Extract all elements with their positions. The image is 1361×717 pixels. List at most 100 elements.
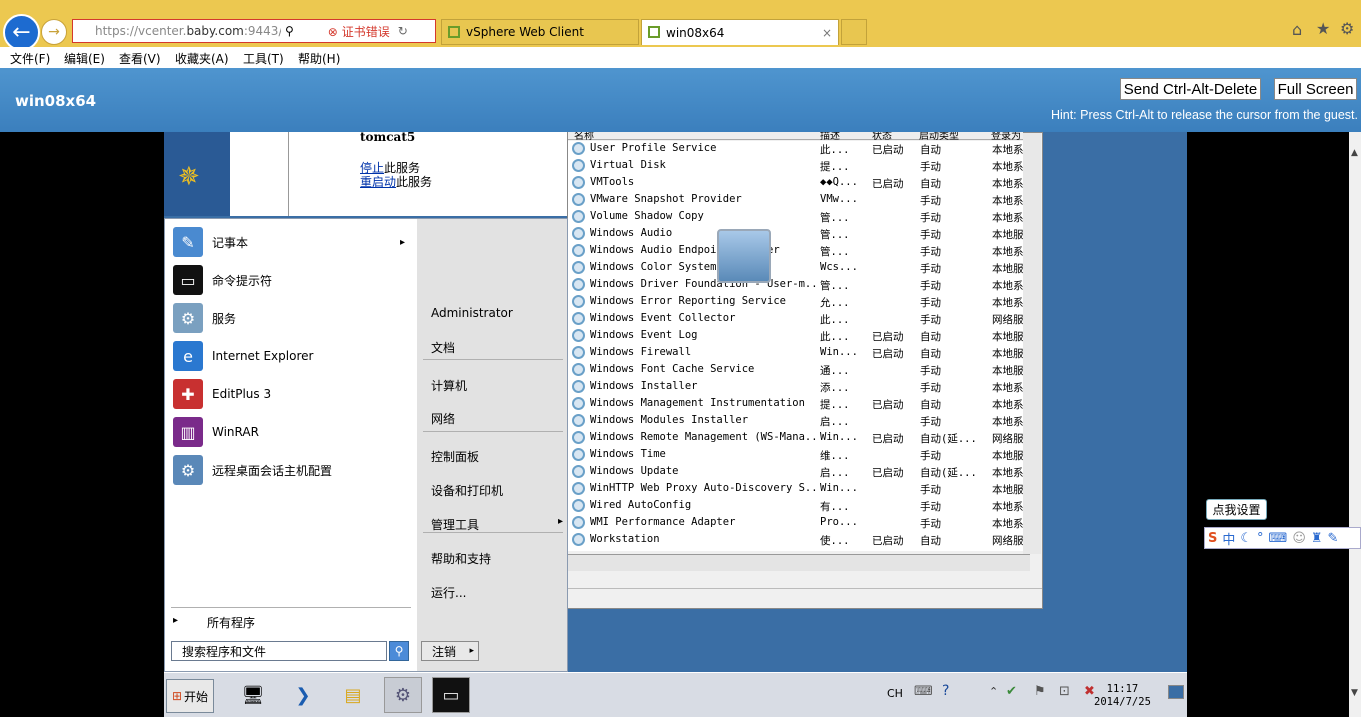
action-center-flag-icon[interactable]: ⚑ [1034, 684, 1046, 699]
start-menu-program[interactable]: ▭ 命令提示符 [173, 263, 413, 297]
help-icon[interactable]: ? [942, 683, 949, 699]
service-row[interactable]: Windows Management Instrumentation 提... 已启… [572, 396, 1023, 413]
taskbar-clock[interactable]: 11:17 2014/7/25 [1094, 683, 1151, 709]
ime-settings-tip[interactable]: 点我设置 [1206, 499, 1267, 520]
back-button[interactable]: ← [3, 14, 40, 51]
start-menu-link[interactable]: 运行... [431, 584, 563, 601]
start-search-input[interactable]: 搜索程序和文件 [171, 641, 387, 661]
restart-service-link[interactable]: 重启动 [360, 175, 396, 189]
user-icon[interactable]: ☺ [1292, 531, 1306, 546]
start-menu-program[interactable]: ⚙ 远程桌面会话主机配置 [173, 453, 413, 487]
full-screen-button[interactable]: Full Screen [1274, 78, 1357, 100]
service-row[interactable]: Windows Color System Wcs... 手动 本地服 [572, 260, 1023, 277]
service-row[interactable]: Windows Update 启... 已启动 自动(延... 本地系 [572, 464, 1023, 481]
start-menu-program[interactable]: ⚙ 服务 [173, 301, 413, 335]
service-row[interactable]: Workstation 使... 已启动 自动 网络服 [572, 532, 1023, 549]
soft-keyboard-icon[interactable]: ⌨ [1269, 531, 1288, 546]
service-row[interactable]: Windows Driver Foundation - User-m... 管..… [572, 277, 1023, 294]
service-row[interactable]: Virtual Disk 提... 手动 本地系 [572, 158, 1023, 175]
address-url[interactable]: https://vcenter.baby.com:9443/vsphe [95, 24, 281, 38]
start-menu-link[interactable]: 文档 [431, 339, 563, 356]
show-hidden-icons-icon[interactable]: ⌃ [989, 685, 998, 698]
menu-view[interactable]: 查看(V) [119, 50, 161, 67]
service-row[interactable]: Wired AutoConfig 有... 手动 本地系 [572, 498, 1023, 515]
services-list-window[interactable]: 名称 描述 状态 启动类型 登录为 User Profile Service 此.… [567, 132, 1043, 609]
search-icon[interactable]: ⚲ [285, 24, 294, 38]
start-menu-link[interactable]: 控制面板 [431, 448, 563, 465]
services-taskbar-icon[interactable]: ⚙ [384, 677, 422, 713]
service-row[interactable]: User Profile Service 此... 已启动 自动 本地系 [572, 141, 1023, 158]
sogou-logo-icon[interactable]: S [1208, 531, 1217, 546]
service-row[interactable]: Windows Modules Installer 启... 手动 本地系 [572, 413, 1023, 430]
tools-gear-icon[interactable]: ⚙ [1340, 19, 1354, 38]
explorer-folder-icon[interactable]: ▤ [334, 677, 372, 713]
tools-wrench-icon[interactable]: ✎ [1328, 531, 1339, 546]
punctuation-icon[interactable]: ° [1257, 531, 1264, 546]
tab-vsphere-web-client[interactable]: vSphere Web Client [441, 19, 639, 45]
powershell-icon[interactable]: ❯ [284, 677, 322, 713]
start-button[interactable]: ⊞ 开始 [166, 679, 214, 713]
skin-shirt-icon[interactable]: ♜ [1311, 531, 1323, 546]
scroll-down-icon[interactable]: ▼ [1351, 688, 1358, 698]
service-row[interactable]: VMTools ◆◆Q... 已启动 自动 本地系 [572, 175, 1023, 192]
close-tab-icon[interactable]: × [822, 26, 832, 40]
service-row[interactable]: Windows Event Log 此... 已启动 自动 本地服 [572, 328, 1023, 345]
refresh-icon[interactable]: ↻ [398, 24, 408, 38]
start-menu-link[interactable]: 计算机 [431, 377, 563, 394]
service-row[interactable]: Windows Error Reporting Service 允... 手动 本地系 [572, 294, 1023, 311]
logout-arrow-icon[interactable]: ▸ [469, 646, 474, 656]
service-row[interactable]: VMware Snapshot Provider VMw... 手动 本地系 [572, 192, 1023, 209]
guest-screen[interactable]: ✵ tomcat5 停止此服务 重启动此服务 名称 描述 状态 启动类型 登录为… [164, 132, 1187, 717]
start-menu-link[interactable]: 帮助和支持 [431, 550, 563, 567]
home-icon[interactable]: ⌂ [1292, 20, 1302, 39]
start-menu-program[interactable]: ▥ WinRAR [173, 415, 413, 449]
service-row[interactable]: WinHTTP Web Proxy Auto-Discovery S... Win… [572, 481, 1023, 498]
menu-file[interactable]: 文件(F) [10, 50, 50, 67]
moon-icon[interactable]: ☾ [1240, 531, 1252, 546]
start-menu-program[interactable]: ✎ 记事本 ▸ [173, 225, 413, 259]
cert-error-badge[interactable]: ⊗ 证书错误 [328, 23, 390, 40]
all-programs-link[interactable]: 所有程序 [207, 614, 255, 631]
service-row[interactable]: Windows Audio 管... 手动 本地服 [572, 226, 1023, 243]
menu-edit[interactable]: 编辑(E) [64, 50, 105, 67]
send-ctrl-alt-delete-button[interactable]: Send Ctrl-Alt-Delete [1120, 78, 1261, 100]
services-vertical-scrollbar[interactable] [1023, 133, 1041, 554]
service-row[interactable]: Windows Event Collector 此... 手动 网络服 [572, 311, 1023, 328]
user-avatar[interactable] [717, 229, 771, 283]
services-horizontal-scrollbar[interactable] [568, 554, 1030, 571]
search-icon[interactable]: ⚲ [389, 641, 409, 661]
start-menu-program[interactable]: ✚ EditPlus 3 [173, 377, 413, 411]
start-menu-link[interactable]: 设备和打印机 [431, 482, 563, 499]
service-row[interactable]: Windows Installer 添... 手动 本地系 [572, 379, 1023, 396]
page-scrollbar[interactable]: ▲ ▼ [1349, 132, 1361, 717]
network-icon[interactable]: ⊡ [1059, 684, 1070, 699]
service-row[interactable]: Volume Shadow Copy 管... 手动 本地系 [572, 209, 1023, 226]
start-menu-link[interactable]: Administrator [431, 306, 563, 320]
start-menu-program[interactable]: e Internet Explorer [173, 339, 413, 373]
ime-toolbar[interactable]: S 中 ☾ ° ⌨ ☺ ♜ ✎ [1204, 527, 1361, 549]
new-tab-button[interactable] [841, 19, 867, 45]
service-row[interactable]: Windows Time 维... 手动 本地服 [572, 447, 1023, 464]
address-bar[interactable]: https://vcenter.baby.com:9443/vsphe ⚲ ⊗ … [72, 19, 436, 43]
keyboard-icon[interactable]: ⌨ [914, 684, 933, 699]
forward-button[interactable]: → [41, 19, 67, 45]
menu-tools[interactable]: 工具(T) [243, 50, 284, 67]
menu-help[interactable]: 帮助(H) [298, 50, 340, 67]
service-row[interactable]: Windows Remote Management (WS-Mana... Win… [572, 430, 1023, 447]
tab-win08x64[interactable]: win08x64 × [641, 19, 839, 45]
service-row[interactable]: Windows Font Cache Service 通... 手动 本地服 [572, 362, 1023, 379]
start-menu-link[interactable]: 管理工具 ▸ [431, 516, 563, 533]
start-menu-link[interactable]: 网络 [431, 410, 563, 427]
server-manager-icon[interactable]: 🖥 [234, 677, 272, 713]
show-desktop-icon[interactable] [1168, 685, 1184, 699]
favorites-star-icon[interactable]: ★ [1316, 19, 1330, 38]
language-indicator[interactable]: CH [887, 687, 903, 700]
service-row[interactable]: WMI Performance Adapter Pro... 手动 本地系 [572, 515, 1023, 532]
scroll-up-icon[interactable]: ▲ [1351, 148, 1358, 158]
security-shield-icon[interactable]: ✔ [1006, 684, 1017, 699]
menu-favorites[interactable]: 收藏夹(A) [175, 50, 229, 67]
logout-button[interactable]: 注销 ▸ [421, 641, 479, 661]
cmd-taskbar-icon[interactable]: ▭ [432, 677, 470, 713]
ime-mode-toggle[interactable]: 中 [1222, 529, 1235, 548]
service-row[interactable]: Windows Firewall Win... 已启动 自动 本地服 [572, 345, 1023, 362]
